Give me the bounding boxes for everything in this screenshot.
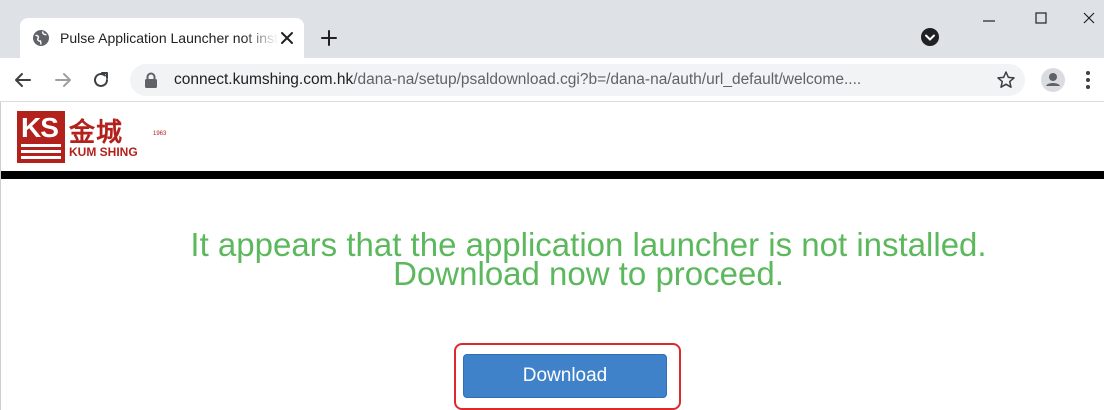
lock-icon[interactable]	[144, 72, 158, 88]
globe-icon	[33, 30, 49, 46]
arrow-left-icon[interactable]	[12, 69, 34, 91]
star-icon[interactable]	[996, 70, 1016, 90]
browser-toolbar: connect.kumshing.com.hk/dana-na/setup/ps…	[0, 58, 1104, 102]
close-icon[interactable]	[280, 31, 294, 45]
logo-stripe	[21, 150, 61, 153]
person-icon[interactable]	[1040, 67, 1066, 93]
tab-search-icon[interactable]	[920, 27, 940, 47]
tab-strip: Pulse Application Launcher not installed	[0, 0, 1104, 58]
window-close-button[interactable]	[1066, 0, 1104, 36]
logo-ks-text: KS	[21, 112, 59, 143]
page-content: KS 金城 1963 KUM SHING It appears that the…	[0, 102, 1104, 410]
plus-icon[interactable]	[318, 27, 340, 49]
minimize-icon	[983, 20, 995, 22]
logo-stripe	[21, 144, 61, 147]
logo-stripe	[21, 156, 61, 159]
logo-year: 1963	[153, 131, 167, 137]
kum-shing-logo: KS 金城 1963 KUM SHING	[17, 111, 177, 163]
tab-title: Pulse Application Launcher not installed	[60, 30, 278, 46]
reload-icon[interactable]	[90, 69, 112, 91]
maximize-button[interactable]	[1018, 0, 1064, 36]
launcher-message: It appears that the application launcher…	[1, 228, 1104, 292]
header-divider	[1, 171, 1104, 179]
download-button[interactable]: Download	[463, 354, 667, 398]
kebab-menu-icon[interactable]	[1084, 69, 1092, 91]
arrow-right-icon[interactable]	[52, 69, 74, 91]
url-host: connect.kumshing.com.hk	[174, 71, 354, 88]
maximize-icon	[1035, 12, 1047, 24]
address-bar[interactable]: connect.kumshing.com.hk/dana-na/setup/ps…	[130, 64, 1025, 96]
logo-english-name: KUM SHING	[69, 145, 138, 159]
url-path: /dana-na/setup/psaldownload.cgi?b=/dana-…	[353, 71, 862, 88]
url-text[interactable]: connect.kumshing.com.hk/dana-na/setup/ps…	[174, 71, 994, 91]
minimize-button[interactable]	[966, 0, 1012, 36]
browser-tab[interactable]: Pulse Application Launcher not installed	[20, 18, 304, 58]
message-line-2: Download now to proceed.	[393, 255, 784, 292]
logo-ks-mark: KS	[17, 111, 65, 163]
logo-chinese-name: 金城	[69, 118, 124, 148]
close-icon	[1083, 12, 1095, 24]
